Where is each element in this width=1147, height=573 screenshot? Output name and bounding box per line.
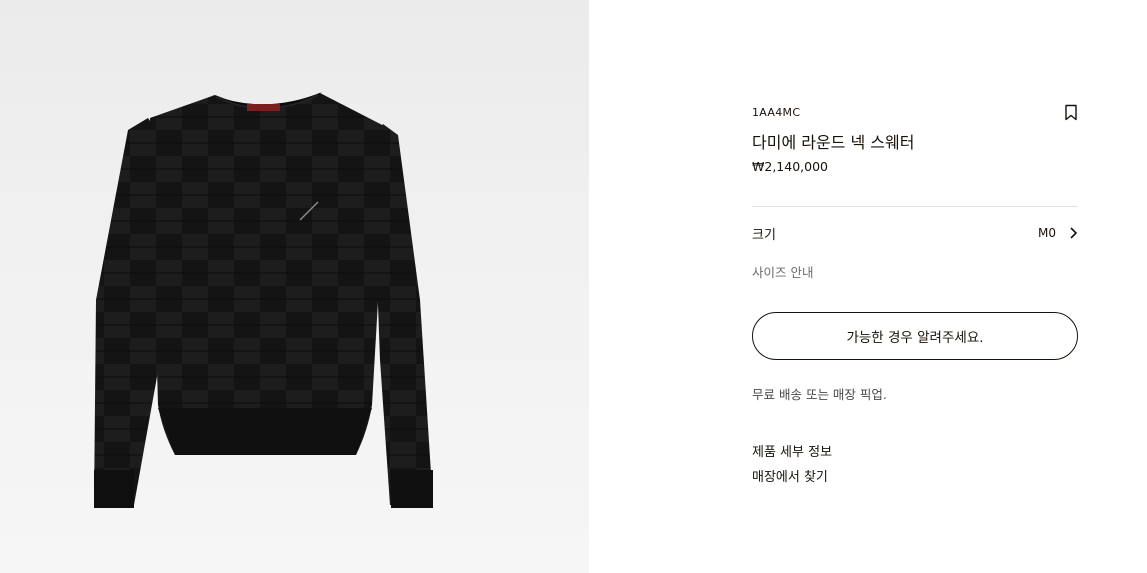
find-in-store-link[interactable]: 매장에서 찾기 (752, 466, 828, 485)
product-image-panel (0, 0, 589, 573)
delivery-info: 무료 배송 또는 매장 픽업. (752, 387, 887, 402)
notify-me-button[interactable]: 가능한 경우 알려주세요. (752, 312, 1078, 360)
bookmark-icon[interactable] (1064, 104, 1078, 121)
divider (752, 206, 1078, 207)
product-sku: 1AA4MC (752, 106, 801, 119)
chevron-right-icon (1070, 227, 1078, 239)
size-value: M0 (1038, 226, 1056, 240)
product-info-panel: 1AA4MC 다미에 라운드 넥 스웨터 ₩2,140,000 크기 M0 사이… (752, 0, 1078, 573)
size-label: 크기 (752, 228, 776, 243)
product-details-link[interactable]: 제품 세부 정보 (752, 441, 832, 460)
product-name: 다미에 라운드 넥 스웨터 (752, 133, 915, 152)
product-price: ₩2,140,000 (752, 159, 828, 174)
product-image (94, 92, 433, 508)
size-guide-link[interactable]: 사이즈 안내 (752, 262, 813, 281)
size-selector[interactable]: 크기 M0 (752, 222, 1078, 244)
